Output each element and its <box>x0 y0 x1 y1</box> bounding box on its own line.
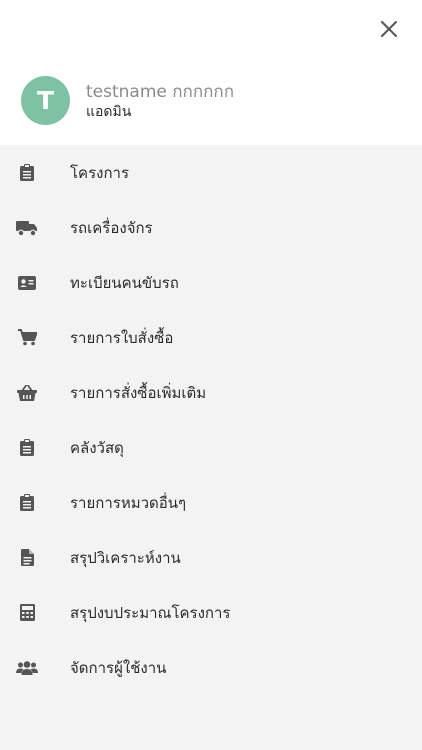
menu-item-additional-orders[interactable]: รายการสั่งซื้อเพิ่มเติม <box>0 365 422 420</box>
drawer-header: T testname กกกกกก แอดมิน <box>0 0 422 145</box>
menu-item-label: รายการใบสั่งซื้อ <box>70 328 174 347</box>
menu-item-label: รายการสั่งซื้อเพิ่มเติม <box>70 383 207 402</box>
menu-item-label: สรุปวิเคราะห์งาน <box>70 548 181 567</box>
menu-item-warehouse[interactable]: คลังวัสดุ <box>0 420 422 475</box>
user-role: แอดมิน <box>86 104 132 120</box>
clipboard-icon <box>14 435 40 461</box>
side-menu: โครงการ รถเครื่องจักร ทะเบียนคนขับรถ ราย… <box>0 145 422 750</box>
avatar: T <box>21 76 70 125</box>
basket-icon <box>14 380 40 406</box>
menu-item-driver-registry[interactable]: ทะเบียนคนขับรถ <box>0 255 422 310</box>
menu-item-machinery[interactable]: รถเครื่องจักร <box>0 200 422 255</box>
clipboard-icon <box>14 160 40 186</box>
shopping-cart-icon <box>14 325 40 351</box>
menu-item-label: ทะเบียนคนขับรถ <box>70 273 179 292</box>
document-icon <box>14 545 40 571</box>
menu-item-budget-summary[interactable]: สรุปงบประมาณโครงการ <box>0 585 422 640</box>
menu-item-label: จัดการผู้ใช้งาน <box>70 658 167 677</box>
menu-item-label: คลังวัสดุ <box>70 438 124 457</box>
menu-item-other-categories[interactable]: รายการหมวดอื่นๆ <box>0 475 422 530</box>
menu-item-work-analysis[interactable]: สรุปวิเคราะห์งาน <box>0 530 422 585</box>
menu-item-user-management[interactable]: จัดการผู้ใช้งาน <box>0 640 422 695</box>
menu-item-label: โครงการ <box>70 163 130 182</box>
truck-icon <box>14 215 40 241</box>
menu-item-label: สรุปงบประมาณโครงการ <box>70 603 231 622</box>
clipboard-icon <box>14 490 40 516</box>
close-button[interactable] <box>372 14 406 44</box>
calculator-icon <box>14 600 40 626</box>
users-icon <box>14 655 40 681</box>
menu-item-projects[interactable]: โครงการ <box>0 145 422 200</box>
close-icon <box>381 21 397 37</box>
menu-item-purchase-orders[interactable]: รายการใบสั่งซื้อ <box>0 310 422 365</box>
id-card-icon <box>14 270 40 296</box>
menu-item-label: รถเครื่องจักร <box>70 218 153 237</box>
menu-item-label: รายการหมวดอื่นๆ <box>70 493 187 512</box>
